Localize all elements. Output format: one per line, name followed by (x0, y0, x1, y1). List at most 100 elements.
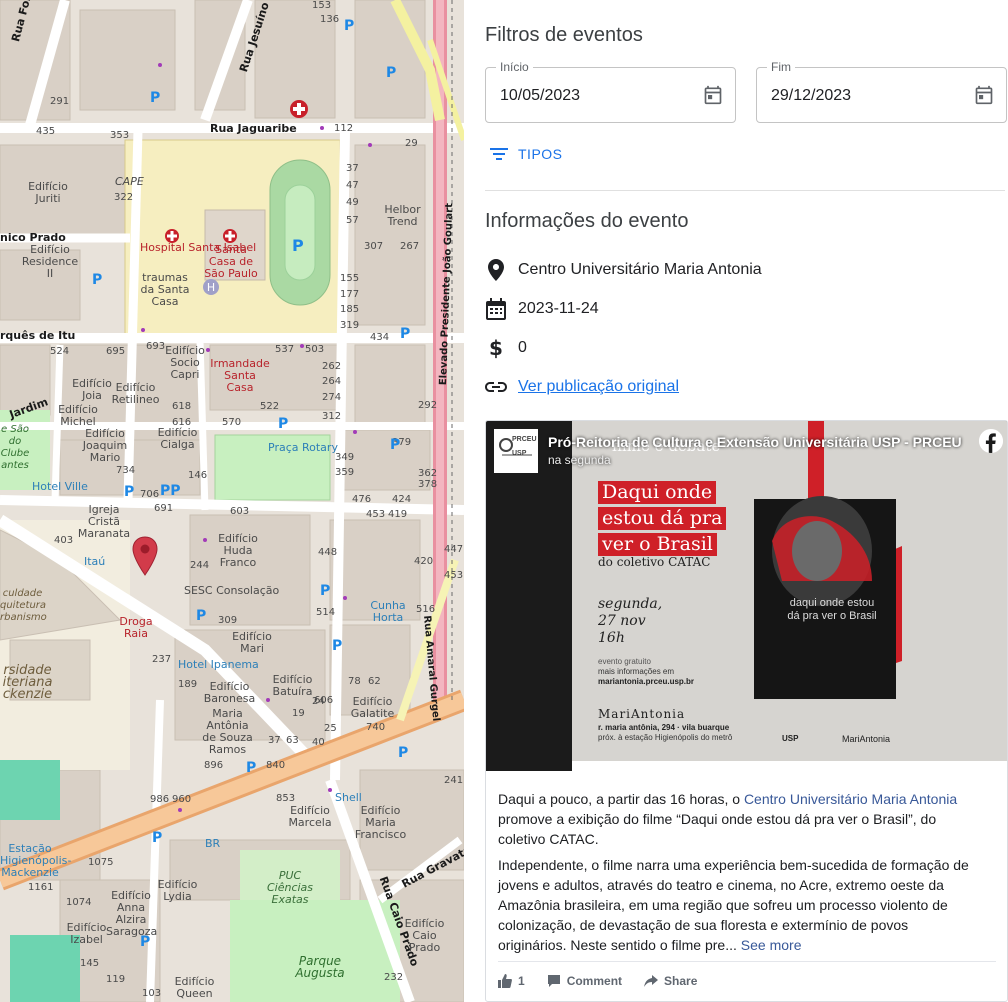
post-image[interactable]: filme e debate Daqui onde estou dá pra v… (486, 421, 1007, 771)
facebook-icon[interactable] (979, 429, 1003, 453)
filters-title: Filtros de eventos (485, 24, 643, 46)
house-number: 503 (305, 344, 325, 355)
house-number: 241 (444, 775, 464, 786)
parking-icon: P (152, 830, 163, 846)
comment-button[interactable]: Comment (547, 974, 622, 988)
poster-venue: MariAntonia (598, 707, 686, 721)
building-label: Edifício Queen (174, 975, 215, 1000)
event-price: 0 (518, 339, 527, 356)
page-name[interactable]: Pró-Reitoria de Cultura e Extensão Unive… (548, 434, 962, 450)
parking-icon: P (398, 745, 409, 761)
calendar-icon[interactable] (703, 84, 723, 106)
house-number: 292 (418, 400, 438, 411)
building-label: Edifício Anna Alzira Saragoza (106, 889, 158, 938)
place-label: culdade quitetura rbanismo (0, 588, 47, 623)
start-date-value[interactable]: 10/05/2023 (500, 87, 580, 105)
house-number: 146 (188, 470, 208, 481)
start-date-field[interactable]: Início 10/05/2023 (485, 60, 736, 123)
parking-icon: P (92, 272, 103, 288)
poster-near: próx. à estação Higienópolis do metrô (598, 733, 733, 742)
place-label: traumas da Santa Casa (140, 271, 190, 308)
building-label: Edifício Residence II (21, 243, 79, 280)
event-date: 2023-11-24 (518, 300, 599, 317)
post-text-segment: Independente, o filme narra uma experiên… (498, 857, 969, 953)
post-text-segment: Daqui a pouco, a partir das 16 horas, o (498, 791, 744, 807)
house-number: 516 (416, 604, 436, 615)
parking-icon: P (196, 608, 207, 624)
like-button[interactable]: 1 (498, 974, 525, 988)
end-date-field[interactable]: Fim 29/12/2023 (756, 60, 1007, 123)
poster-title-line: ver o Brasil (598, 533, 717, 556)
parking-icon: P (320, 583, 331, 599)
house-number: 47 (346, 180, 359, 191)
house-number: 522 (260, 401, 280, 412)
house-number: 420 (414, 556, 434, 567)
building-label: Edifício Juriti (28, 180, 68, 205)
house-number: 435 (36, 126, 56, 137)
svg-text:H: H (207, 281, 215, 294)
see-more-link[interactable]: See more (741, 937, 802, 953)
house-number: 312 (322, 411, 342, 422)
house-number: 359 (335, 467, 355, 478)
types-filter-button[interactable]: TIPOS (490, 146, 563, 162)
house-number: 734 (116, 465, 136, 476)
parking-icon: P (400, 326, 411, 342)
place-label: rsidade iteriana ckenzie (2, 663, 53, 702)
house-number: 119 (106, 974, 126, 985)
event-location-row: Centro Universitário Maria Antonia (485, 259, 762, 281)
comment-label: Comment (566, 974, 623, 988)
location-pin-icon[interactable] (132, 536, 158, 576)
parking-icon: P (246, 760, 257, 776)
house-number: 57 (346, 215, 359, 226)
house-number: 986 (150, 794, 170, 805)
post-time[interactable]: na segunda (548, 453, 611, 467)
end-date-value[interactable]: 29/12/2023 (771, 87, 851, 105)
house-number: 62 (368, 676, 381, 687)
facebook-embed[interactable]: filme e debate Daqui onde estou dá pra v… (485, 420, 1008, 1002)
house-number: 37 (346, 163, 359, 174)
building-label: Edifício Caio Prado (404, 917, 445, 954)
house-number: 19 (292, 708, 305, 719)
hospital-icon (165, 229, 179, 243)
comment-icon (547, 975, 560, 987)
place-label: Santa Casa de São Paulo (204, 243, 258, 280)
house-number: 1074 (66, 897, 92, 908)
house-number: 896 (204, 760, 224, 771)
building-label: Edifício Cialga (157, 426, 198, 451)
building-label: Edifício Baronesa (203, 680, 256, 705)
poster-address: r. maria antônia, 294 · vila buarque (598, 723, 730, 732)
house-number: 514 (316, 607, 336, 618)
map-view[interactable]: Rua Jaguaribe Rua Fortunato Rua Jesuíno … (0, 0, 464, 1002)
house-number: 185 (340, 304, 360, 315)
house-number: 145 (80, 958, 100, 969)
dollar-icon: $ (489, 336, 503, 360)
building-label: Maria Antônia de Souza Ramos (202, 707, 253, 756)
share-button[interactable]: Share (644, 974, 697, 988)
page-avatar[interactable]: PRCEU USP (494, 429, 538, 473)
house-number: 434 (370, 332, 390, 343)
original-post-link[interactable]: Ver publicação original (518, 378, 679, 396)
parking-icon: P (332, 638, 343, 654)
house-number: 264 (322, 376, 342, 387)
post-text: Daqui a pouco, a partir das 16 horas, o … (498, 789, 978, 961)
poster-footer-brand: MariAntonia (842, 734, 891, 744)
house-number: 267 (400, 241, 420, 252)
place-label: BR (205, 837, 221, 850)
start-date-label: Início (496, 60, 533, 74)
house-number: 419 (388, 509, 408, 520)
event-price-row: $ 0 (485, 336, 527, 360)
venue-link[interactable]: Centro Universitário Maria Antonia (744, 791, 957, 807)
house-number: 262 (322, 361, 342, 372)
house-number: 603 (230, 506, 250, 517)
calendar-icon[interactable] (974, 84, 994, 106)
building-label: Helbor Trend (384, 203, 421, 228)
house-number: 136 (320, 14, 340, 25)
place-label: Cunha Horta (370, 599, 406, 624)
house-number: 693 (146, 341, 166, 352)
parking-icon: P (292, 236, 304, 255)
poster-title-line: Daqui onde (598, 481, 717, 504)
building-label: Edifício Lydia (157, 878, 198, 903)
place-label: Parque Augusta (295, 954, 345, 980)
house-number: 740 (366, 722, 386, 733)
building-label: Edifício Socio Capri (165, 344, 205, 381)
